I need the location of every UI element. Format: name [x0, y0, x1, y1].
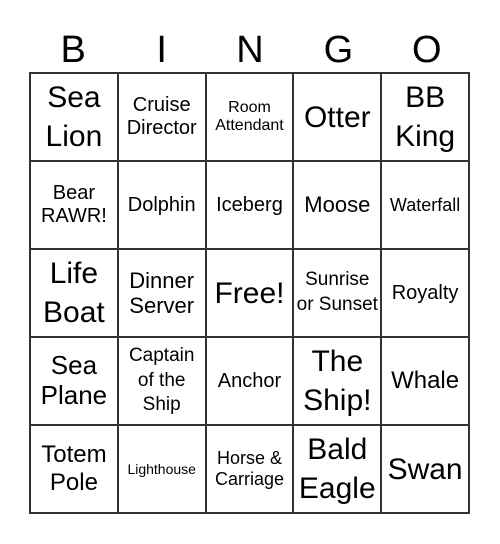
header-letter-g: G [323, 29, 354, 71]
bingo-cell[interactable]: Whale [381, 337, 469, 425]
header-letter-n: N [236, 29, 264, 71]
bingo-header: B I N G O [29, 28, 471, 72]
bingo-cell[interactable]: Iceberg [205, 161, 294, 249]
bingo-cell[interactable]: Horse & Carriage [205, 425, 294, 513]
header-letter-b: B [60, 29, 86, 71]
bingo-cell[interactable]: Otter [293, 73, 382, 161]
bingo-cell[interactable]: Dinner Server [117, 249, 206, 337]
bingo-cell[interactable]: Bald Eagle [293, 425, 382, 513]
header-letter-o: O [412, 29, 442, 71]
bingo-cell[interactable]: Room Attendant [205, 73, 294, 161]
bingo-cell[interactable]: Sunrise or Sunset [293, 249, 382, 337]
bingo-cell[interactable]: Bear RAWR! [30, 161, 118, 249]
bingo-cell[interactable]: Totem Pole [30, 425, 118, 513]
bingo-cell[interactable]: Captain of the Ship [117, 337, 206, 425]
bingo-cell[interactable]: Waterfall [381, 161, 469, 249]
bingo-cell[interactable]: Cruise Director [117, 73, 206, 161]
bingo-cell[interactable]: BB King [381, 73, 469, 161]
bingo-cell[interactable]: Lighthouse [117, 425, 206, 513]
bingo-cell[interactable]: The Ship! [293, 337, 382, 425]
bingo-cell[interactable]: Swan [381, 425, 469, 513]
bingo-cell[interactable]: Dolphin [117, 161, 206, 249]
bingo-cell[interactable]: Life Boat [30, 249, 118, 337]
free-space-cell[interactable]: Free! [205, 249, 294, 337]
bingo-cell[interactable]: Sea Plane [30, 337, 118, 425]
header-letter-i: I [156, 29, 167, 71]
bingo-cell[interactable]: Moose [293, 161, 382, 249]
bingo-cell[interactable]: Royalty [381, 249, 469, 337]
bingo-cell[interactable]: Anchor [205, 337, 294, 425]
bingo-grid: Sea Lion Cruise Director Room Attendant … [29, 72, 470, 514]
bingo-cell[interactable]: Sea Lion [30, 73, 118, 161]
